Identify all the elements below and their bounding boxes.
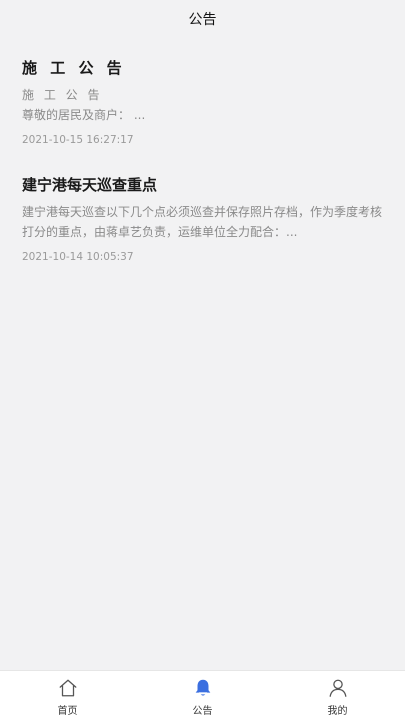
notice-excerpt-text: 尊敬的居民及商户： ...: [22, 108, 146, 122]
notice-excerpt: 建宁港每天巡查以下几个点必须巡查并保存照片存档，作为季度考核打分的重点，由蒋卓艺…: [22, 205, 383, 239]
notice-time: 2021-10-15 16:27:17: [22, 134, 134, 146]
notice-title: 建宁港每天巡查重点: [22, 176, 158, 194]
home-icon: [59, 679, 76, 697]
tab-home[interactable]: 首页: [0, 671, 135, 721]
tab-notices-label: 公告: [192, 706, 213, 717]
tab-profile[interactable]: 我的: [270, 671, 405, 721]
notice-excerpt: 施 工 公 告 尊敬的居民及商户： ...: [22, 85, 383, 125]
tab-home-label: 首页: [57, 706, 78, 717]
notice-subtitle: 施 工 公 告: [22, 88, 103, 102]
bell-icon: [195, 679, 210, 696]
notice-item[interactable]: 建宁港每天巡查重点 建宁港每天巡查以下几个点必须巡查并保存照片存档，作为季度考核…: [0, 175, 405, 265]
top-bar: 公告: [0, 0, 405, 38]
notice-title: 施 工 公 告: [22, 59, 126, 77]
tab-profile-label: 我的: [327, 706, 348, 717]
user-icon: [329, 679, 346, 697]
tab-notices[interactable]: 公告: [135, 671, 270, 721]
page-title: 公告: [188, 12, 217, 28]
bottom-tab-bar: 首页 公告 我的: [0, 670, 405, 721]
notice-item[interactable]: 施 工 公 告 施 工 公 告 尊敬的居民及商户： ... 2021-10-15…: [0, 58, 405, 148]
notice-time: 2021-10-14 10:05:37: [22, 251, 134, 263]
